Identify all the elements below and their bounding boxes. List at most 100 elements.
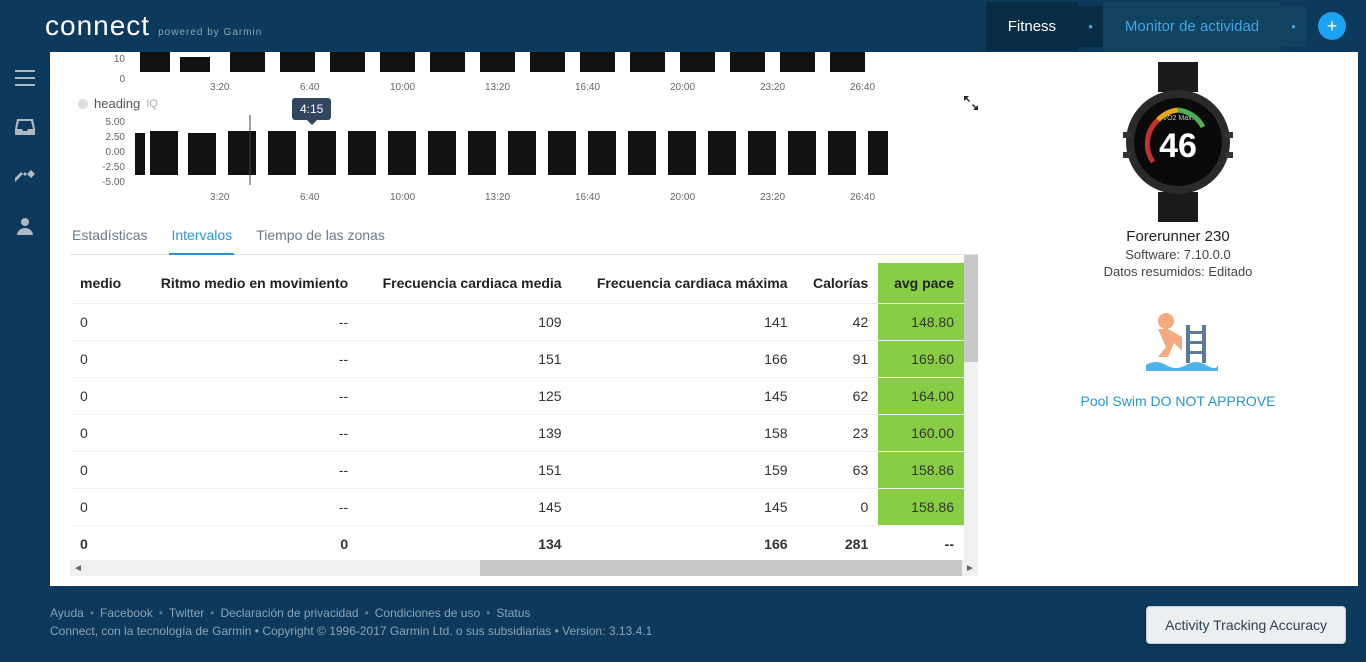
svg-text:10:00: 10:00: [390, 82, 415, 92]
table-cell: 281: [798, 526, 879, 561]
footer-link[interactable]: Twitter: [169, 606, 204, 620]
chart-heading-label: heading: [94, 96, 140, 111]
sidebar: [0, 52, 50, 594]
svg-text:VO2 Max.: VO2 Max.: [1162, 115, 1193, 122]
activity-icon[interactable]: [15, 168, 35, 189]
table-cell: 0: [70, 526, 136, 561]
table-cell: --: [136, 304, 359, 341]
tab-fitness-menu[interactable]: ●: [1078, 6, 1103, 47]
intervals-table-wrap[interactable]: medioRitmo medio en movimientoFrecuencia…: [70, 263, 964, 560]
pool-swim-icon: [1138, 307, 1218, 377]
footer-link[interactable]: Status: [496, 606, 530, 620]
inbox-icon[interactable]: [15, 119, 35, 140]
table-cell: 0: [70, 415, 136, 452]
svg-text:46: 46: [1159, 127, 1197, 165]
footer-link[interactable]: Condiciones de uso: [375, 606, 480, 620]
logo-text: connect: [45, 10, 150, 42]
table-cell: 0: [70, 452, 136, 489]
device-summary: Datos resumidos: Editado: [1104, 264, 1253, 279]
svg-text:13:20: 13:20: [485, 82, 510, 92]
table-cell: 91: [798, 341, 879, 378]
add-button[interactable]: +: [1318, 12, 1346, 40]
table-cell: 0: [70, 304, 136, 341]
menu-icon[interactable]: [15, 70, 35, 91]
table-cell: 109: [358, 304, 571, 341]
table-cell: 63: [798, 452, 879, 489]
table-cell: --: [136, 415, 359, 452]
table-summary-row: 00134166281--: [70, 526, 964, 561]
tab-monitor-menu[interactable]: ●: [1281, 6, 1306, 47]
table-cell: 0: [136, 526, 359, 561]
footer-link[interactable]: Facebook: [100, 606, 153, 620]
table-cell: --: [136, 341, 359, 378]
footer-copyright: Connect, con la tecnología de Garmin • C…: [50, 624, 1146, 638]
svg-text:2.50: 2.50: [106, 132, 126, 143]
scroll-left-icon[interactable]: ◄: [70, 560, 86, 576]
footer-link[interactable]: Declaración de privacidad: [220, 606, 358, 620]
horizontal-scrollbar[interactable]: ◄ ►: [70, 560, 978, 576]
device-name: Forerunner 230: [1126, 228, 1229, 245]
chart-tooltip: 4:15: [292, 98, 331, 120]
table-row[interactable]: 0--10914142148.80: [70, 304, 964, 341]
chart-heading: heading IQ 4:15 5.00 2.50 0.00: [70, 92, 978, 205]
footer-link[interactable]: Ayuda: [50, 606, 84, 620]
activity-tracking-accuracy-button[interactable]: Activity Tracking Accuracy: [1146, 606, 1346, 644]
table-header: avg pace: [878, 263, 964, 304]
table-cell: 141: [572, 304, 798, 341]
chart-cadence: 10 0: [70, 52, 978, 92]
scroll-right-icon[interactable]: ►: [962, 560, 978, 576]
expand-icon[interactable]: [964, 96, 978, 115]
svg-text:6:40: 6:40: [300, 82, 320, 92]
table-header: Frecuencia cardiaca media: [358, 263, 571, 304]
table-cell: 62: [798, 378, 879, 415]
tab-activity-monitor[interactable]: Monitor de actividad: [1103, 2, 1281, 51]
svg-text:3:20: 3:20: [210, 82, 230, 92]
footer: Ayuda•Facebook•Twitter•Declaración de pr…: [0, 594, 1366, 662]
svg-text:23:20: 23:20: [760, 192, 785, 203]
table-cell: --: [136, 489, 359, 526]
svg-text:20:00: 20:00: [670, 82, 695, 92]
table-row[interactable]: 0--1451450158.86: [70, 489, 964, 526]
svg-text:16:40: 16:40: [575, 82, 600, 92]
tab-statistics[interactable]: Estadísticas: [70, 217, 149, 254]
logo: connect powered by Garmin: [45, 10, 262, 42]
table-header: Calorías: [798, 263, 879, 304]
svg-text:26:40: 26:40: [850, 82, 875, 92]
table-cell: 158: [572, 415, 798, 452]
iq-badge: IQ: [146, 98, 158, 110]
table-cell: 164.00: [878, 378, 964, 415]
table-row[interactable]: 0--15115963158.86: [70, 452, 964, 489]
table-cell: --: [136, 452, 359, 489]
table-cell: 169.60: [878, 341, 964, 378]
table-cell: 148.80: [878, 304, 964, 341]
svg-text:-2.50: -2.50: [102, 162, 125, 173]
table-row[interactable]: 0--15116691169.60: [70, 341, 964, 378]
svg-text:0.00: 0.00: [106, 147, 126, 158]
table-cell: --: [136, 378, 359, 415]
tab-fitness[interactable]: Fitness: [986, 2, 1078, 51]
table-cell: 158.86: [878, 489, 964, 526]
intervals-table: medioRitmo medio en movimientoFrecuencia…: [70, 263, 964, 560]
footer-links: Ayuda•Facebook•Twitter•Declaración de pr…: [50, 606, 1146, 620]
pool-swim-link[interactable]: Pool Swim DO NOT APPROVE: [1080, 393, 1275, 409]
svg-text:13:20: 13:20: [485, 192, 510, 203]
series-color-dot: [78, 99, 88, 109]
table-cell: 0: [70, 489, 136, 526]
table-cell: 145: [572, 489, 798, 526]
table-cell: 0: [70, 341, 136, 378]
table-header: Ritmo medio en movimiento: [136, 263, 359, 304]
svg-text:-5.00: -5.00: [102, 177, 125, 188]
table-cell: 145: [572, 378, 798, 415]
table-cell: 151: [358, 452, 571, 489]
table-cell: 145: [358, 489, 571, 526]
table-row[interactable]: 0--13915823160.00: [70, 415, 964, 452]
tab-zones[interactable]: Tiempo de las zonas: [254, 217, 387, 254]
svg-text:20:00: 20:00: [670, 192, 695, 203]
device-software: Software: 7.10.0.0: [1125, 247, 1231, 262]
tab-intervals[interactable]: Intervalos: [169, 217, 234, 255]
vertical-scrollbar[interactable]: [964, 255, 978, 560]
data-tabs: Estadísticas Intervalos Tiempo de las zo…: [70, 217, 978, 255]
profile-icon[interactable]: [16, 217, 34, 240]
table-header: Frecuencia cardiaca máxima: [572, 263, 798, 304]
table-row[interactable]: 0--12514562164.00: [70, 378, 964, 415]
